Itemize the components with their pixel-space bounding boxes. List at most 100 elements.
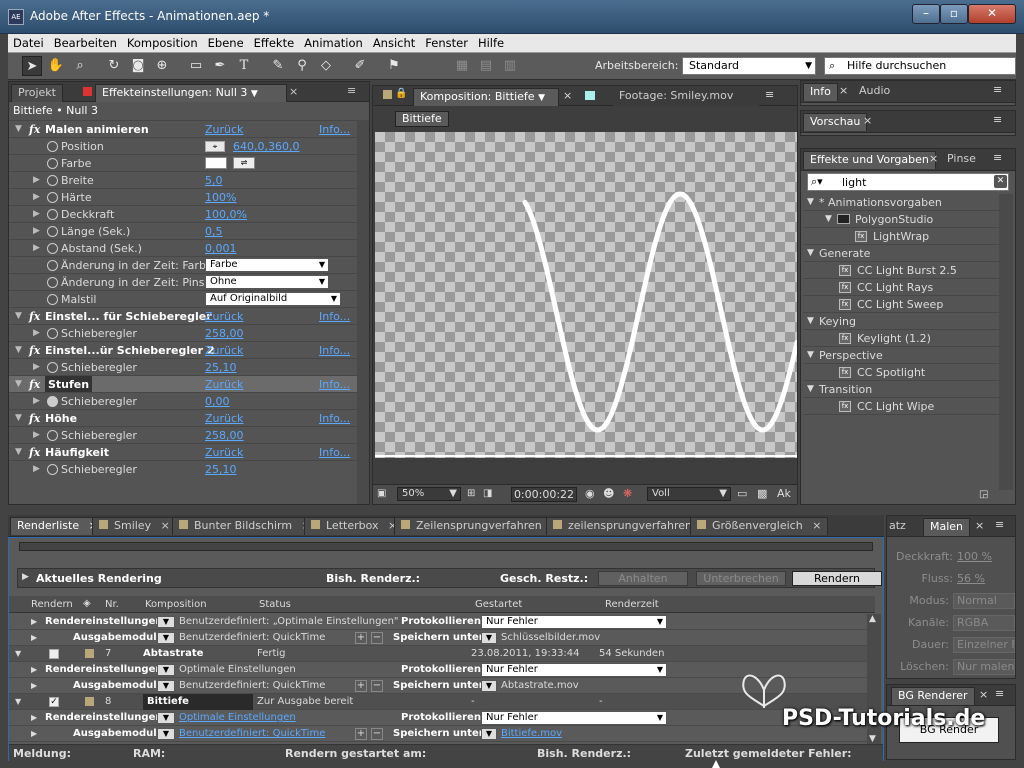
menu-item-4[interactable]: Effekte (249, 34, 300, 50)
twirl-down-icon[interactable]: ▼ (15, 444, 22, 461)
timecode-display[interactable]: 0:00:00:22 (511, 487, 577, 502)
render-checkbox[interactable]: ✓ (49, 697, 59, 707)
stopwatch-icon[interactable] (47, 362, 58, 373)
camera-tool-icon[interactable]: ◙ (128, 56, 148, 76)
label-col-icon[interactable]: ◈ (83, 598, 91, 609)
channels-icon[interactable]: ❋ (623, 487, 632, 500)
twirl-down-icon[interactable]: ▼ (825, 211, 832, 228)
close-tab-icon[interactable]: × (563, 89, 572, 102)
info-link[interactable]: Info... (319, 444, 350, 461)
tab-effects-presets[interactable]: Effekte und Vorgaben (803, 151, 936, 169)
effects-tree-item[interactable]: fx Keylight (1.2) (803, 330, 999, 347)
property-value[interactable]: 0,00 (205, 393, 230, 410)
twirl-right-icon[interactable]: ▶ (33, 189, 40, 206)
col-render[interactable]: Rendern (31, 599, 73, 610)
tab-render-0[interactable]: Renderliste × (10, 517, 105, 535)
effect-property[interactable]: ▶ Schieberegler 258,00 (9, 426, 357, 443)
stopwatch-icon[interactable] (47, 294, 58, 305)
twirl-right-icon[interactable]: ▶ (33, 461, 40, 478)
effect-property[interactable]: ▶ Schieberegler 0,00 (9, 392, 357, 409)
info-link[interactable]: Info... (319, 121, 350, 138)
show-snapshot-icon[interactable]: ☻ (603, 487, 614, 500)
property-value[interactable]: 0,5 (205, 223, 223, 240)
twirl-down-icon[interactable]: ▼ (807, 313, 814, 330)
render-item-row[interactable]: ▼ 7 Abtastrate Fertig 23.08.2011, 19:33:44 54… (9, 646, 875, 662)
label-color-icon[interactable] (85, 649, 94, 658)
effects-tree-item[interactable]: fx CC Spotlight (803, 364, 999, 381)
effect-header[interactable]: ▼ fx Höhe Zurück Info... (9, 409, 357, 426)
paint-select[interactable]: RGBA (953, 615, 1015, 631)
tab-bg-renderer[interactable]: BG Renderer (891, 687, 975, 705)
pen-tool-icon[interactable]: ✒ (210, 56, 230, 76)
fx-toggle-icon[interactable]: fx (29, 444, 40, 461)
panel-menu-icon[interactable]: ≡ (995, 687, 1004, 700)
text-tool-icon[interactable]: T (234, 56, 254, 76)
log-select[interactable]: Nur Fehler ▼ (481, 663, 667, 677)
chevron-down-icon[interactable]: ▼ (157, 680, 175, 692)
close-icon[interactable]: ✕ (968, 4, 1016, 24)
col-render-time[interactable]: Renderzeit (605, 599, 659, 610)
stopwatch-icon[interactable] (47, 464, 58, 475)
twirl-right-icon[interactable]: ▶ (33, 359, 40, 376)
paint-value[interactable]: 100 % (957, 550, 992, 563)
stop-button[interactable]: Unterbrechen (696, 571, 786, 586)
fx-toggle-icon[interactable]: fx (29, 121, 40, 138)
panel-menu-icon[interactable]: ≡ (347, 84, 356, 97)
brush-tool-icon[interactable]: ✎ (268, 56, 288, 76)
new-folder-icon[interactable]: ◲ (979, 489, 988, 500)
menu-item-2[interactable]: Komposition (122, 34, 203, 50)
eyedropper-icon[interactable]: ⇌ (233, 157, 255, 169)
clear-search-icon[interactable]: ✕ (994, 175, 1007, 188)
stopwatch-icon[interactable] (47, 277, 58, 288)
menu-item-0[interactable]: Datei (8, 34, 49, 50)
fx-toggle-icon[interactable]: fx (29, 376, 40, 393)
output-file[interactable]: Bittiefe.mov (501, 726, 562, 742)
twirl-right-icon[interactable]: ▶ (33, 172, 40, 189)
add-output-icon[interactable]: + (355, 632, 367, 644)
effects-search-input[interactable]: ⌕▾ light ✕ (807, 173, 1009, 191)
twirl-right-icon[interactable]: ▶ (31, 678, 37, 694)
effects-tree-item[interactable]: fx CC Light Burst 2.5 (803, 262, 999, 279)
tab-preview[interactable]: Vorschau (803, 113, 868, 131)
paint-select[interactable]: Normal (953, 593, 1015, 609)
paint-select[interactable]: Nur malen (953, 659, 1015, 675)
stopwatch-icon[interactable] (47, 260, 58, 271)
zoom-tool-icon[interactable]: ⌕ (70, 56, 90, 76)
property-value[interactable]: 640,0,360,0 (233, 138, 299, 155)
fx-toggle-icon[interactable]: fx (29, 342, 40, 359)
property-value[interactable]: 100% (205, 189, 236, 206)
reset-link[interactable]: Zurück (205, 342, 243, 359)
eraser-tool-icon[interactable]: ◇ (316, 56, 336, 76)
log-select[interactable]: Nur Fehler ▼ (481, 615, 667, 629)
effects-tree-group[interactable]: ▼ Generate (803, 245, 999, 262)
twirl-down-icon[interactable]: ▼ (15, 121, 22, 138)
paint-value[interactable]: 56 % (957, 572, 985, 585)
tab-footage[interactable]: Footage: Smiley.mov (613, 88, 759, 106)
panel-menu-icon[interactable]: ≡ (993, 151, 1002, 164)
menu-item-3[interactable]: Ebene (203, 34, 249, 50)
close-tab-icon[interactable]: × (161, 519, 170, 532)
effect-property[interactable]: Änderung in der Zeit: Pinsel Ohne ▼ (9, 273, 357, 290)
reset-link[interactable]: Zurück (205, 121, 243, 138)
twirl-down-icon[interactable]: ▼ (15, 410, 22, 427)
effect-property[interactable]: ▶ Breite 5,0 (9, 171, 357, 188)
property-select[interactable]: Auf Originalbild ▼ (205, 292, 341, 306)
col-nr[interactable]: Nr. (105, 599, 119, 610)
menu-item-5[interactable]: Animation (299, 34, 368, 50)
label-color-icon[interactable] (85, 697, 94, 706)
add-output-icon[interactable]: + (355, 680, 367, 692)
transparency-grid-icon[interactable]: ▩ (757, 487, 767, 500)
twirl-down-icon[interactable]: ▼ (15, 376, 22, 393)
tab-render-1[interactable]: Smiley × (92, 517, 177, 535)
effects-tree-group[interactable]: ▼ Transition (803, 381, 999, 398)
stopwatch-icon[interactable] (47, 396, 58, 407)
property-value[interactable]: 5,0 (205, 172, 223, 189)
effects-tree-group[interactable]: ▼ Perspective (803, 347, 999, 364)
add-output-icon[interactable]: + (355, 728, 367, 740)
effect-header[interactable]: ▼ fx Stufen Zurück Info... (9, 375, 357, 393)
effect-property[interactable]: ▶ Härte 100% (9, 188, 357, 205)
tab-audio[interactable]: Audio (853, 83, 933, 101)
effect-property[interactable]: Malstil Auf Originalbild ▼ (9, 290, 357, 307)
effects-tree-folder[interactable]: ▼ PolygonStudio (803, 211, 999, 228)
tab-render-6[interactable]: Größenvergleich × (690, 517, 829, 535)
